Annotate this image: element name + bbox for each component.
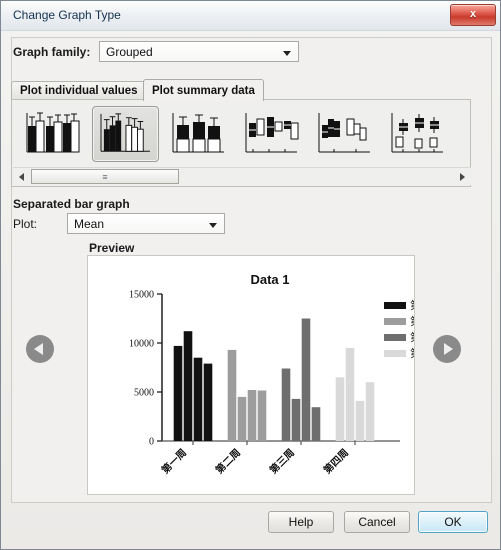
graph-family-select[interactable]: Grouped: [99, 41, 299, 62]
help-button[interactable]: Help: [268, 511, 334, 533]
ok-button[interactable]: OK: [418, 511, 488, 533]
section-title: Separated bar graph: [13, 197, 130, 211]
close-icon[interactable]: x: [450, 4, 496, 26]
cancel-button[interactable]: Cancel: [344, 511, 410, 533]
stacked-bar-graph-icon: [172, 113, 224, 153]
plot-value: Mean: [74, 217, 105, 231]
graph-type-gallery: ≡: [11, 99, 471, 187]
interleaved-box-plot-icon: [245, 113, 299, 153]
title-bar: Change Graph Type x: [1, 1, 500, 31]
svg-text:第三周: 第三周: [267, 446, 297, 476]
svg-text:第二周: 第二周: [410, 314, 414, 328]
dialog-footer: Help Cancel OK: [1, 503, 500, 549]
scrollbar-thumb[interactable]: ≡: [31, 169, 179, 184]
interleaved-bar-graph-icon: [26, 112, 80, 153]
svg-text:第二周: 第二周: [213, 446, 243, 476]
svg-text:第一周: 第一周: [410, 298, 414, 312]
close-icon-glyph: x: [469, 8, 477, 20]
svg-text:Data 1: Data 1: [250, 272, 289, 287]
svg-text:第一周: 第一周: [159, 446, 189, 476]
triangle-right-icon[interactable]: [455, 168, 470, 185]
tab-plot-summary-data[interactable]: Plot summary data: [143, 79, 264, 101]
chevron-down-icon: [209, 223, 217, 228]
svg-text:第四周: 第四周: [410, 346, 414, 360]
graph-type-thumb-separated-bar-graph[interactable]: [92, 106, 159, 162]
graph-family-label: Graph family:: [13, 45, 91, 59]
triangle-left-icon[interactable]: [14, 168, 29, 185]
svg-text:第四周: 第四周: [321, 446, 351, 476]
chevron-down-icon: [283, 51, 291, 56]
graph-type-thumb-grouped-scatter-box[interactable]: [384, 106, 451, 162]
chart-preview: Data 1050001000015000第一周第二周第三周第四周第一周第二周第…: [87, 255, 415, 495]
svg-text:10000: 10000: [129, 339, 154, 350]
separated-box-plot-icon: [318, 113, 370, 153]
tab-strip: Plot individual values Plot summary data: [11, 79, 471, 101]
svg-text:0: 0: [149, 437, 154, 448]
graph-type-thumb-separated-box-plot[interactable]: [311, 106, 378, 162]
change-graph-type-dialog: Change Graph Type x Graph family: Groupe…: [0, 0, 501, 550]
grouped-scatter-box-icon: [391, 113, 443, 153]
separated-bar-graph-icon: [100, 113, 150, 152]
preview-bar-chart: Data 1050001000015000第一周第二周第三周第四周第一周第二周第…: [129, 272, 414, 476]
preview-label: Preview: [89, 241, 135, 255]
tab-plot-individual-values[interactable]: Plot individual values: [11, 81, 147, 100]
graph-family-value: Grouped: [106, 45, 153, 59]
gallery-scrollbar[interactable]: ≡: [13, 167, 471, 185]
window-title: Change Graph Type: [13, 8, 121, 22]
plot-select[interactable]: Mean: [67, 213, 225, 234]
graph-type-thumb-interleaved-bar-graph[interactable]: [19, 106, 86, 162]
svg-text:第三周: 第三周: [410, 330, 414, 344]
graph-type-thumb-interleaved-box-plot[interactable]: [238, 106, 305, 162]
circle-arrow-right-icon[interactable]: [433, 335, 461, 363]
svg-text:5000: 5000: [134, 388, 154, 399]
circle-arrow-left-icon[interactable]: [26, 335, 54, 363]
graph-type-thumbnail-list: [13, 101, 471, 167]
plot-label: Plot:: [13, 217, 38, 231]
graph-type-thumb-stacked-bar-graph[interactable]: [165, 106, 232, 162]
svg-text:15000: 15000: [129, 290, 154, 301]
scrollbar-grip: ≡: [102, 172, 108, 182]
